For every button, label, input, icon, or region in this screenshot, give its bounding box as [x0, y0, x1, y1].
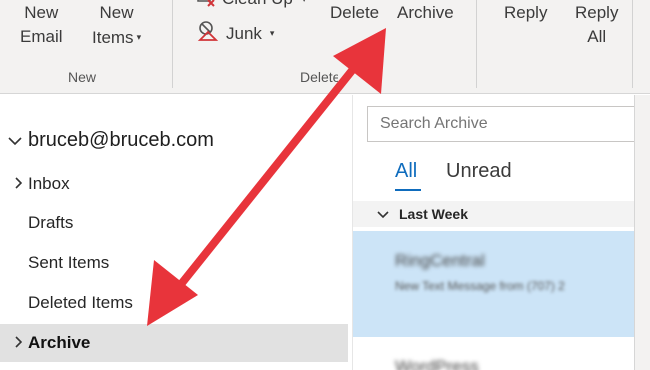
- chevron-down-icon: ▾: [269, 28, 275, 38]
- search-input[interactable]: [367, 106, 635, 142]
- chevron-down-icon: ▾: [302, 0, 307, 5]
- clean-up-label: Clean Up: [222, 0, 293, 9]
- ribbon-divider: [632, 0, 633, 88]
- account-header[interactable]: bruceb@bruceb.com: [8, 129, 214, 152]
- account-name: bruceb@bruceb.com: [28, 129, 214, 151]
- reply-all-label-2: All: [587, 27, 607, 46]
- reply-button[interactable]: Reply: [504, 1, 547, 25]
- ribbon-divider: [172, 0, 173, 88]
- folder-label: Drafts: [28, 213, 74, 232]
- group-label-delete: Delete: [300, 69, 338, 85]
- reply-all-button[interactable]: Reply All: [575, 1, 618, 49]
- folder-label: Inbox: [28, 174, 70, 193]
- chevron-right-icon: [0, 335, 26, 351]
- message-preview: New Text Message from (707) 2: [395, 279, 565, 293]
- folder-sent-items[interactable]: Sent Items: [0, 244, 348, 282]
- reply-label: Reply: [504, 3, 548, 22]
- message-sender: RingCentral: [395, 251, 485, 270]
- delete-button[interactable]: Delete: [330, 1, 379, 25]
- folder-inbox[interactable]: Inbox: [0, 165, 348, 203]
- chevron-down-icon: [377, 206, 389, 222]
- junk-button[interactable]: Junk ▾: [197, 20, 274, 47]
- folder-archive[interactable]: Archive: [0, 324, 348, 362]
- junk-label: Junk: [226, 23, 262, 43]
- new-items-label-1: New: [99, 3, 134, 22]
- new-email-button[interactable]: New Email: [20, 1, 63, 49]
- chevron-right-icon: [0, 176, 26, 192]
- list-item[interactable]: RingCentral New Text Message from (707) …: [353, 231, 635, 337]
- folder-drafts[interactable]: Drafts: [0, 204, 348, 242]
- clean-up-button[interactable]: Clean Up ▾: [196, 0, 306, 10]
- new-email-label-1: New: [24, 3, 59, 22]
- folder-pane: bruceb@bruceb.com Inbox Drafts Sent Item…: [0, 95, 352, 370]
- message-sender: WordPress: [395, 357, 479, 370]
- clean-up-icon: [196, 0, 216, 12]
- new-items-label-2: Items: [92, 28, 134, 47]
- new-items-button[interactable]: New Items ▾: [92, 1, 141, 50]
- folder-label: Sent Items: [28, 253, 110, 272]
- tab-all[interactable]: All: [395, 160, 417, 183]
- tab-active-indicator: [395, 189, 421, 191]
- message-list: All Unread Last Week RingCentral New Tex…: [352, 95, 635, 370]
- folder-label: Archive: [28, 333, 91, 352]
- tab-unread[interactable]: Unread: [446, 160, 512, 183]
- group-header-label: Last Week: [399, 206, 468, 222]
- folder-deleted-items[interactable]: Deleted Items: [0, 284, 348, 322]
- group-header[interactable]: Last Week: [353, 201, 635, 227]
- junk-icon: [197, 20, 221, 47]
- delete-label: Delete: [330, 3, 380, 22]
- archive-label: Archive: [397, 3, 454, 22]
- reading-pane-edge: [634, 95, 650, 370]
- folder-label: Deleted Items: [28, 293, 133, 312]
- archive-button[interactable]: Archive: [397, 1, 454, 25]
- chevron-down-icon: ▾: [136, 32, 142, 42]
- reply-all-label-1: Reply: [575, 3, 619, 22]
- ribbon-divider: [476, 0, 477, 88]
- chevron-down-icon: [8, 129, 22, 152]
- new-email-label-2: Email: [20, 27, 63, 46]
- ribbon: New Email New Items▾ New Clean Up ▾ Junk…: [0, 0, 650, 94]
- group-label-new: New: [68, 69, 97, 85]
